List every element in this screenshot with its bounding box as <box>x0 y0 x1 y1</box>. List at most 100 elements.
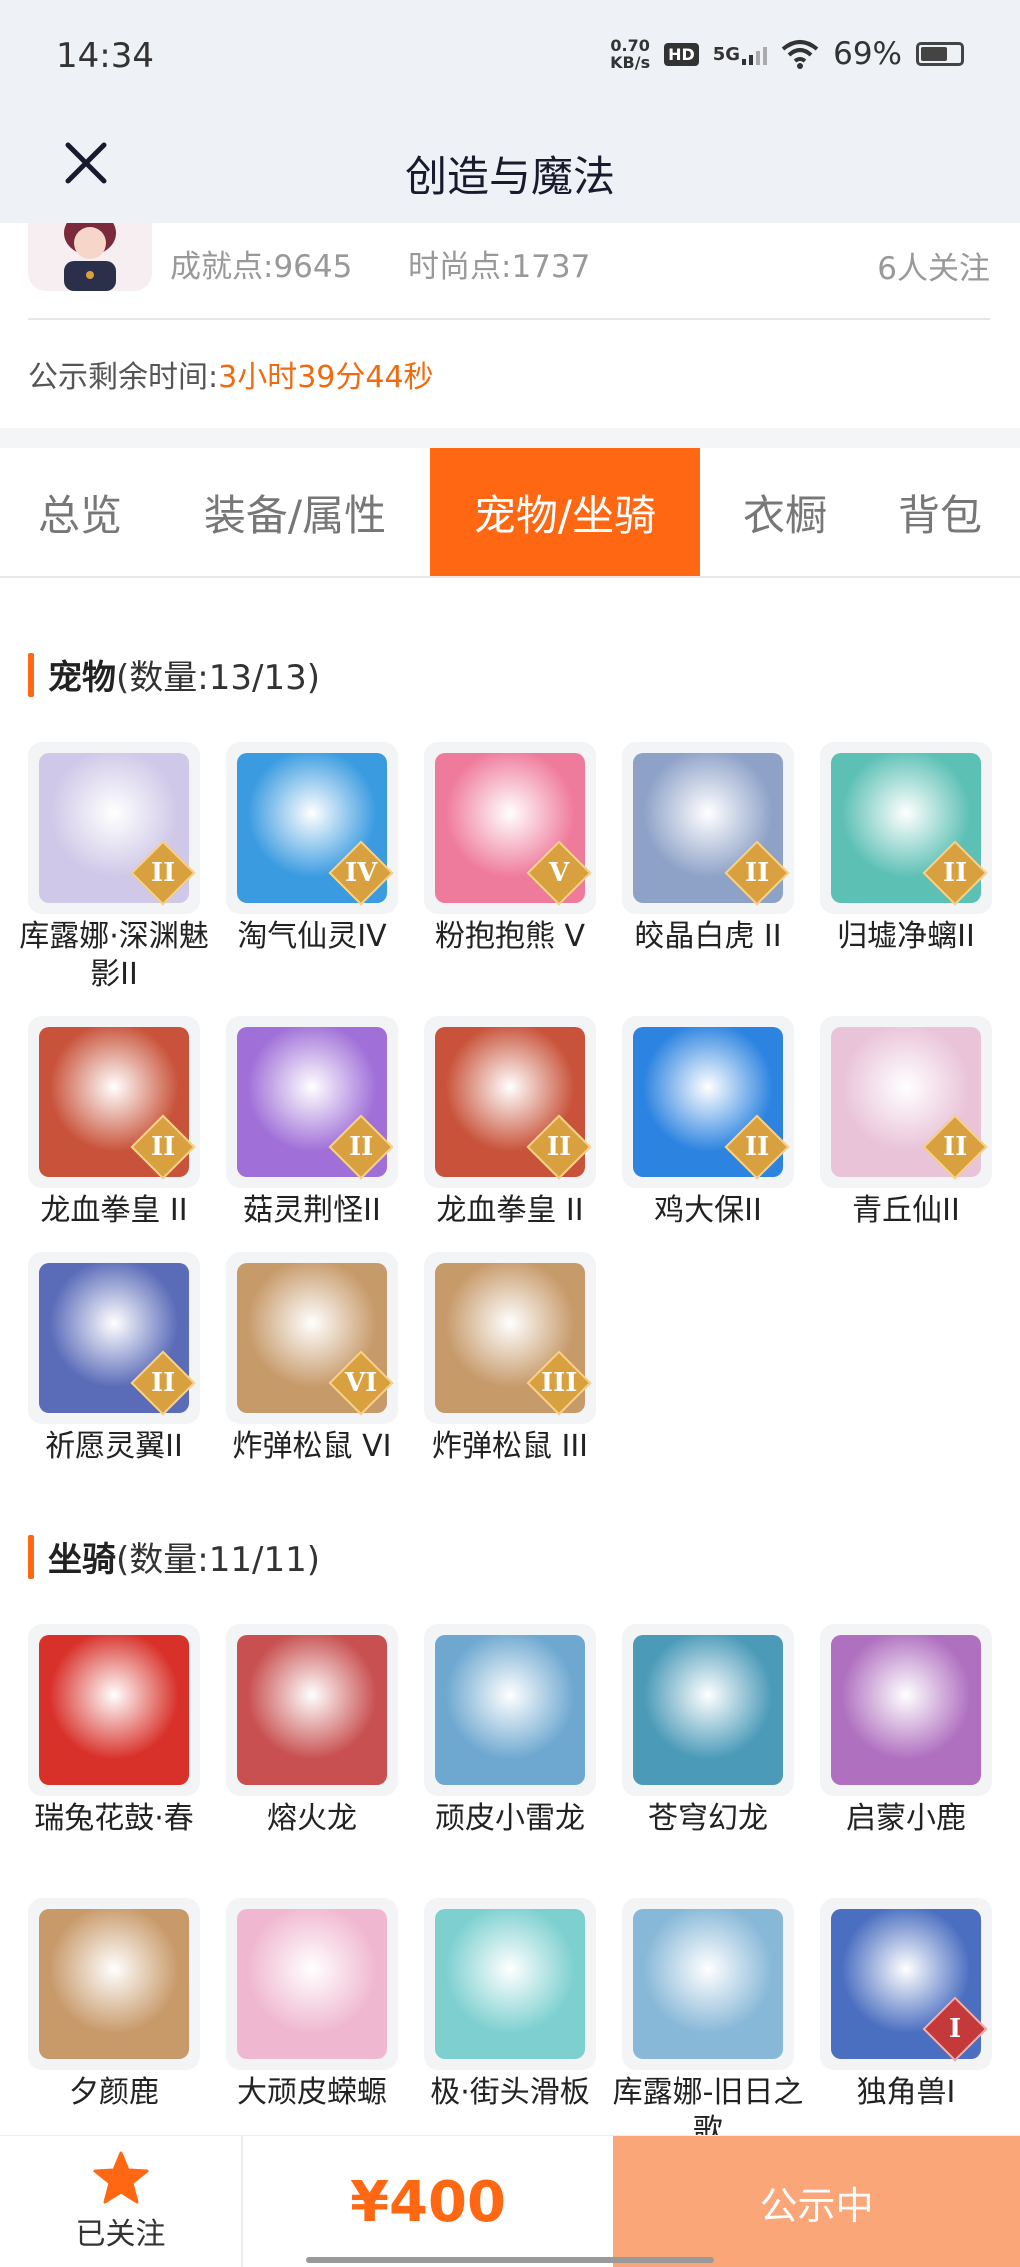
pets-thumbnail: III <box>424 1252 596 1424</box>
pets-count: (数量:13/13) <box>116 658 320 698</box>
pets-item[interactable]: II 归墟净螭II <box>820 742 992 956</box>
tab-backpack[interactable]: 背包 <box>870 448 1010 576</box>
mounts-image <box>633 1909 783 2059</box>
pets-thumbnail: IV <box>226 742 398 914</box>
tab-pets-mounts[interactable]: 宠物/坐骑 <box>430 448 700 576</box>
mounts-item[interactable]: 启蒙小鹿 <box>820 1624 992 1838</box>
pets-thumbnail: II <box>820 1016 992 1188</box>
pets-name: 粉抱抱熊 V <box>434 919 586 954</box>
divider <box>28 318 990 320</box>
mounts-thumbnail <box>622 1624 794 1796</box>
mounts-item[interactable]: I 独角兽I <box>820 1898 992 2112</box>
network-speed-unit: KB/s <box>610 53 651 72</box>
mounts-name: 夕颜鹿 <box>69 2075 159 2110</box>
pets-item[interactable]: II 库露娜·深渊魅影II <box>19 742 209 994</box>
mounts-thumbnail <box>28 1898 200 2070</box>
rank-label: II <box>546 1131 572 1162</box>
section-accent-bar <box>28 1534 34 1579</box>
pets-item[interactable]: II 皎晶白虎 II <box>622 742 794 956</box>
pets-name: 菇灵荆怪II <box>243 1193 381 1228</box>
pets-item[interactable]: II 龙血拳皇 II <box>28 1016 200 1230</box>
tab-equipment[interactable]: 装备/属性 <box>170 448 420 576</box>
pets-thumbnail: II <box>622 1016 794 1188</box>
rank-label: VI <box>344 1368 378 1398</box>
mounts-image <box>237 1635 387 1785</box>
mounts-item[interactable]: 大顽皮蝾螈 <box>226 1898 398 2112</box>
countdown-value: 3小时39分44秒 <box>218 360 434 395</box>
nav-bar: 创造与魔法 <box>0 115 1020 223</box>
mounts-name: 瑞兔花鼓·春 <box>34 1801 194 1836</box>
rank-label: II <box>150 1131 176 1162</box>
pets-item[interactable]: IV 淘气仙灵IV <box>226 742 398 956</box>
mounts-name: 顽皮小雷龙 <box>435 1801 585 1836</box>
page-title: 创造与魔法 <box>404 152 615 201</box>
mounts-thumbnail: I <box>820 1898 992 2070</box>
mounts-item[interactable]: 熔火龙 <box>226 1624 398 1838</box>
pets-item[interactable]: II 菇灵荆怪II <box>226 1016 398 1230</box>
status-time: 14:34 <box>56 36 154 76</box>
mounts-name: 启蒙小鹿 <box>846 1801 966 1836</box>
pets-thumbnail: V <box>424 742 596 914</box>
mounts-item[interactable]: 顽皮小雷龙 <box>424 1624 596 1838</box>
mounts-name: 极·街头滑板 <box>430 2075 590 2110</box>
pets-thumbnail: VI <box>226 1252 398 1424</box>
mounts-thumbnail <box>226 1898 398 2070</box>
bottom-action-bar: 已关注 ¥400 公示中 <box>0 2135 1020 2267</box>
price: ¥400 <box>350 2169 506 2235</box>
mounts-item[interactable]: 库露娜-旧日之歌 <box>613 1898 803 2150</box>
pets-item[interactable]: II 鸡大保II <box>622 1016 794 1230</box>
pets-name: 炸弹松鼠 VI <box>232 1429 392 1464</box>
tab-overview[interactable]: 总览 <box>0 448 160 576</box>
mounts-count: (数量:11/11) <box>116 1540 320 1580</box>
mounts-thumbnail <box>226 1624 398 1796</box>
pets-item[interactable]: V 粉抱抱熊 V <box>424 742 596 956</box>
rank-label: I <box>948 2013 962 2044</box>
status-bar: 14:34 0.70 KB/s HD 5G 69% <box>0 0 1020 115</box>
network-speed: 0.70 KB/s <box>610 37 650 71</box>
pets-name: 炸弹松鼠 III <box>431 1429 589 1464</box>
rank-label: II <box>942 857 968 888</box>
publicity-status-button[interactable]: 公示中 <box>613 2136 1020 2267</box>
follower-count: 6人关注 <box>877 251 990 287</box>
pets-item[interactable]: VI 炸弹松鼠 VI <box>226 1252 398 1466</box>
mounts-thumbnail <box>622 1898 794 2070</box>
follow-button[interactable]: 已关注 <box>0 2136 243 2267</box>
mounts-thumbnail <box>424 1898 596 2070</box>
mounts-item[interactable]: 苍穹幻龙 <box>622 1624 794 1838</box>
mounts-image <box>39 1909 189 2059</box>
mounts-title: 坐骑 <box>48 1540 116 1580</box>
publicity-countdown: 公示剩余时间:3小时39分44秒 <box>28 352 434 396</box>
follow-label: 已关注 <box>75 2217 166 2252</box>
mounts-image <box>435 1909 585 2059</box>
pets-item[interactable]: III 炸弹松鼠 III <box>424 1252 596 1466</box>
pets-name: 淘气仙灵IV <box>237 919 387 954</box>
pets-item[interactable]: II 龙血拳皇 II <box>424 1016 596 1230</box>
mounts-item[interactable]: 夕颜鹿 <box>28 1898 200 2112</box>
mounts-image <box>237 1909 387 2059</box>
pets-item[interactable]: II 青丘仙II <box>820 1016 992 1230</box>
hd-icon: HD <box>664 42 699 66</box>
pets-name: 祈愿灵翼II <box>45 1429 183 1464</box>
mounts-image <box>831 1635 981 1785</box>
pets-name: 皎晶白虎 II <box>634 919 782 954</box>
signal-label: 5G <box>712 44 741 65</box>
mounts-item[interactable]: 极·街头滑板 <box>424 1898 596 2112</box>
pets-thumbnail: II <box>28 1016 200 1188</box>
star-icon <box>93 2151 148 2204</box>
rank-label: II <box>150 1367 176 1398</box>
mounts-image <box>633 1635 783 1785</box>
rank-label: IV <box>344 858 378 888</box>
mounts-name: 熔火龙 <box>267 1801 357 1836</box>
mounts-thumbnail <box>424 1624 596 1796</box>
tab-wardrobe[interactable]: 衣橱 <box>710 448 860 576</box>
profile-summary: 成就点:9645 时尚点:1737 6人关注 <box>0 223 1020 318</box>
pets-name: 归墟净螭II <box>837 919 975 954</box>
mounts-image <box>435 1635 585 1785</box>
rank-label: II <box>942 1131 968 1162</box>
rank-label: II <box>744 857 770 888</box>
pets-item[interactable]: II 祈愿灵翼II <box>28 1252 200 1466</box>
mounts-item[interactable]: 瑞兔花鼓·春 <box>28 1624 200 1838</box>
pets-thumbnail: II <box>28 742 200 914</box>
wifi-icon <box>781 39 819 69</box>
rank-label: II <box>150 857 176 888</box>
